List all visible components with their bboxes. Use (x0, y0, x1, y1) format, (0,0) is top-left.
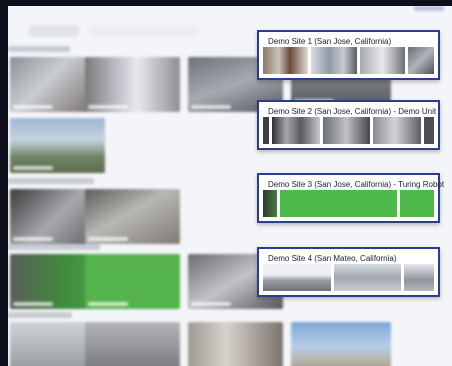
site-card-thumbnails (263, 47, 434, 74)
camera-thumbnail[interactable] (311, 47, 357, 74)
camera-thumbnail[interactable] (407, 47, 434, 74)
site-card-4[interactable]: Demo Site 4 (San Mateo, California) (257, 247, 440, 297)
site-card-title: Demo Site 4 (San Mateo, California) (268, 254, 397, 263)
camera-thumbnail[interactable] (333, 264, 401, 291)
camera-thumbnail[interactable] (272, 117, 320, 144)
camera-thumbnail[interactable] (373, 117, 422, 144)
site-card-thumbnails (263, 264, 434, 291)
camera-thumbnail[interactable] (263, 117, 269, 144)
site-card-1[interactable]: Demo Site 1 (San Jose, California) (257, 30, 440, 80)
site-card-title: Demo Site 1 (San Jose, California) (268, 37, 392, 46)
site-card-thumbnails (263, 117, 435, 144)
site-card-2[interactable]: Demo Site 2 (San Jose, California) - Dem… (257, 100, 440, 150)
site-card-thumbnails (263, 190, 434, 217)
camera-thumbnail[interactable] (322, 117, 371, 144)
camera-thumbnail[interactable] (400, 190, 434, 217)
site-card-title: Demo Site 3 (San Jose, California) - Tur… (268, 180, 445, 189)
site-card-3[interactable]: Demo Site 3 (San Jose, California) - Tur… (257, 173, 444, 223)
camera-thumbnail[interactable] (263, 264, 331, 291)
site-card-title: Demo Site 2 (San Jose, California) - Dem… (268, 107, 437, 116)
camera-thumbnail[interactable] (404, 264, 434, 291)
camera-thumbnail[interactable] (263, 190, 277, 217)
camera-thumbnail[interactable] (280, 190, 397, 217)
camera-thumbnail[interactable] (263, 47, 309, 74)
camera-thumbnail[interactable] (424, 117, 435, 144)
site-card-list: Demo Site 1 (San Jose, California) Demo … (0, 0, 452, 366)
camera-thumbnail[interactable] (359, 47, 405, 74)
